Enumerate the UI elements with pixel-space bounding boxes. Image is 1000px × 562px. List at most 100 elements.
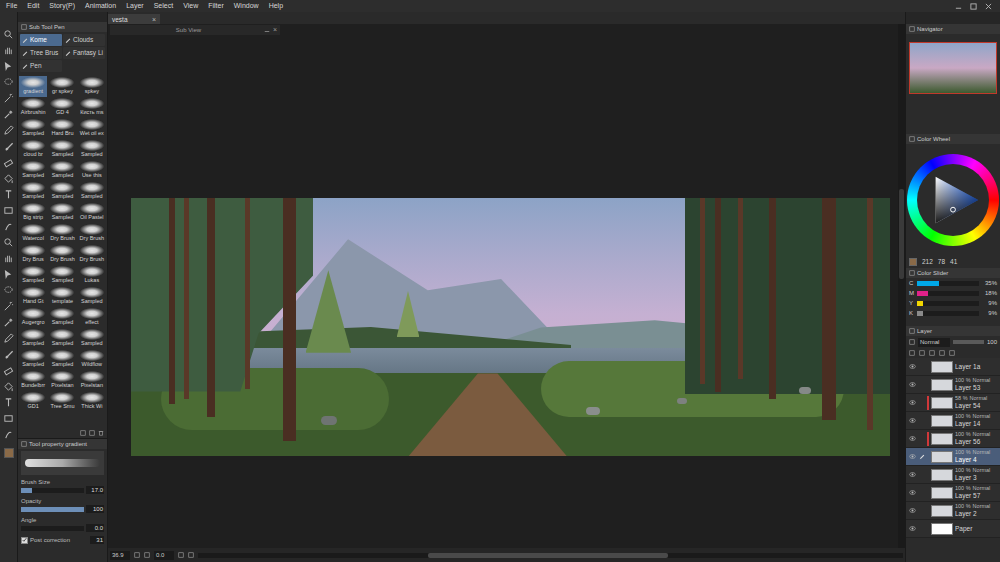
menu-item[interactable]: Help <box>269 0 283 12</box>
lock-icon[interactable] <box>909 339 915 345</box>
clip-icon[interactable] <box>939 350 945 356</box>
post-correction-value[interactable]: 31 <box>90 536 104 544</box>
layer-row[interactable]: 100 %NormalLayer 56 <box>906 430 1000 448</box>
eye-icon[interactable] <box>908 489 916 497</box>
menu-item[interactable]: Story(P) <box>49 0 75 12</box>
brush-item[interactable]: Bundelbrr <box>19 370 47 391</box>
eyedropper-icon[interactable] <box>3 108 15 120</box>
eye-icon[interactable] <box>908 363 916 371</box>
property-value[interactable]: 17.0 <box>86 486 104 494</box>
zoom-icon[interactable] <box>3 236 15 248</box>
hue-ring[interactable] <box>907 154 999 246</box>
brush-item[interactable]: Sampled <box>19 349 47 370</box>
sub-tool-group[interactable]: Fantasy Li <box>63 47 105 59</box>
brush-item[interactable]: Wet oil ex <box>78 118 106 139</box>
brush-item[interactable]: Dry Brush <box>48 223 76 244</box>
brush-item[interactable]: Sampled <box>19 328 47 349</box>
brush-item[interactable]: Sampled <box>78 139 106 160</box>
brush-item[interactable]: Sampled <box>48 328 76 349</box>
eye-icon[interactable] <box>908 435 916 443</box>
eye-icon[interactable] <box>908 453 916 461</box>
zoom-field[interactable]: 36.9 <box>110 551 130 560</box>
brush-item[interactable]: Pixelstan <box>48 370 76 391</box>
channel-track[interactable] <box>917 281 979 286</box>
eye-icon[interactable] <box>908 471 916 479</box>
move-icon[interactable] <box>3 60 15 72</box>
brush-item[interactable]: Sampled <box>19 181 47 202</box>
brush-item[interactable]: Sampled <box>48 202 76 223</box>
brush-item[interactable]: gr spkey <box>48 76 76 97</box>
mask-icon[interactable] <box>929 350 935 356</box>
angle-field[interactable]: 0.0 <box>154 551 174 560</box>
eyedropper-icon[interactable] <box>3 316 15 328</box>
brush-item[interactable]: Sampled <box>78 286 106 307</box>
menu-item[interactable]: File <box>6 0 17 12</box>
sub-tool-group[interactable]: Kome <box>20 34 62 46</box>
text-icon[interactable] <box>3 188 15 200</box>
eraser-icon[interactable] <box>3 156 15 168</box>
layer-row[interactable]: Paper <box>906 520 1000 538</box>
brush-item[interactable]: Sampled <box>48 265 76 286</box>
scroll-thumb[interactable] <box>899 189 904 279</box>
brush-item[interactable]: Sampled <box>48 349 76 370</box>
color-triangle-icon[interactable] <box>924 171 982 229</box>
current-color-swatch[interactable] <box>909 258 917 266</box>
sub-tool-group[interactable]: Tree Brus <box>20 47 62 59</box>
menu-item[interactable]: Edit <box>27 0 39 12</box>
close-icon[interactable] <box>985 3 992 10</box>
brush-item[interactable]: Hard Bru <box>48 118 76 139</box>
sub-view-close[interactable]: × <box>273 26 277 34</box>
layer-row[interactable]: 100 %NormalLayer 57 <box>906 484 1000 502</box>
brush-item[interactable]: Oil Pastel <box>78 202 106 223</box>
slider-track[interactable] <box>21 488 84 493</box>
post-correction-checkbox[interactable] <box>21 537 28 544</box>
rotate-icon[interactable] <box>178 552 184 558</box>
brush-item[interactable]: Sampled <box>78 181 106 202</box>
brush-item[interactable]: Sampled <box>19 160 47 181</box>
brush-item[interactable]: Watercol <box>19 223 47 244</box>
eye-icon[interactable] <box>908 525 916 533</box>
brush-item[interactable]: Dry Brush <box>78 223 106 244</box>
trash-icon[interactable] <box>98 430 104 436</box>
document-tab[interactable]: vesta× <box>108 14 160 24</box>
minimize-icon[interactable] <box>264 27 270 33</box>
brush-item[interactable]: Кисть ms <box>78 97 106 118</box>
tab-close[interactable]: × <box>152 15 156 24</box>
menu-item[interactable]: View <box>183 0 198 12</box>
brush-item[interactable]: spkey <box>78 76 106 97</box>
hand-icon[interactable] <box>3 44 15 56</box>
opacity-value[interactable]: 100 <box>987 338 997 347</box>
brush-item[interactable]: Dry Brush <box>78 244 106 265</box>
brush-item[interactable]: effect <box>78 307 106 328</box>
eye-icon[interactable] <box>908 417 916 425</box>
brush-item[interactable]: Dry Brus <box>19 244 47 265</box>
channel-track[interactable] <box>917 291 979 296</box>
add-icon[interactable] <box>80 430 86 436</box>
pen-icon[interactable] <box>3 332 15 344</box>
brush-item[interactable]: GD1 <box>19 391 47 412</box>
brush-item[interactable]: Hand Gt <box>19 286 47 307</box>
layer-row[interactable]: 100 %NormalLayer 3 <box>906 466 1000 484</box>
layer-row[interactable]: 100 %NormalLayer 2 <box>906 502 1000 520</box>
brush-item[interactable]: Augergro <box>19 307 47 328</box>
lasso-icon[interactable] <box>3 76 15 88</box>
layer-row[interactable]: 58 %NormalLayer 54 <box>906 394 1000 412</box>
brush-item[interactable]: Sampled <box>48 139 76 160</box>
brush-item[interactable]: Big strip <box>19 202 47 223</box>
layer-row[interactable]: 100 %NormalLayer 53 <box>906 376 1000 394</box>
layer-row[interactable]: Layer 1a <box>906 358 1000 376</box>
brush-item[interactable]: Sampled <box>19 265 47 286</box>
brush-item[interactable]: GD 4 <box>48 97 76 118</box>
maximize-icon[interactable] <box>970 3 977 10</box>
folder-icon[interactable] <box>919 350 925 356</box>
text-icon[interactable] <box>3 396 15 408</box>
brush-item[interactable]: cloud br <box>19 139 47 160</box>
navigator-preview[interactable] <box>909 42 997 94</box>
wand-icon[interactable] <box>3 92 15 104</box>
fill-icon[interactable] <box>3 172 15 184</box>
brush-item[interactable]: gradient <box>19 76 47 97</box>
brush-item[interactable]: Airbrushin <box>19 97 47 118</box>
main-color-swatch[interactable] <box>4 448 14 458</box>
zoom-icon[interactable] <box>3 28 15 40</box>
move-icon[interactable] <box>3 268 15 280</box>
